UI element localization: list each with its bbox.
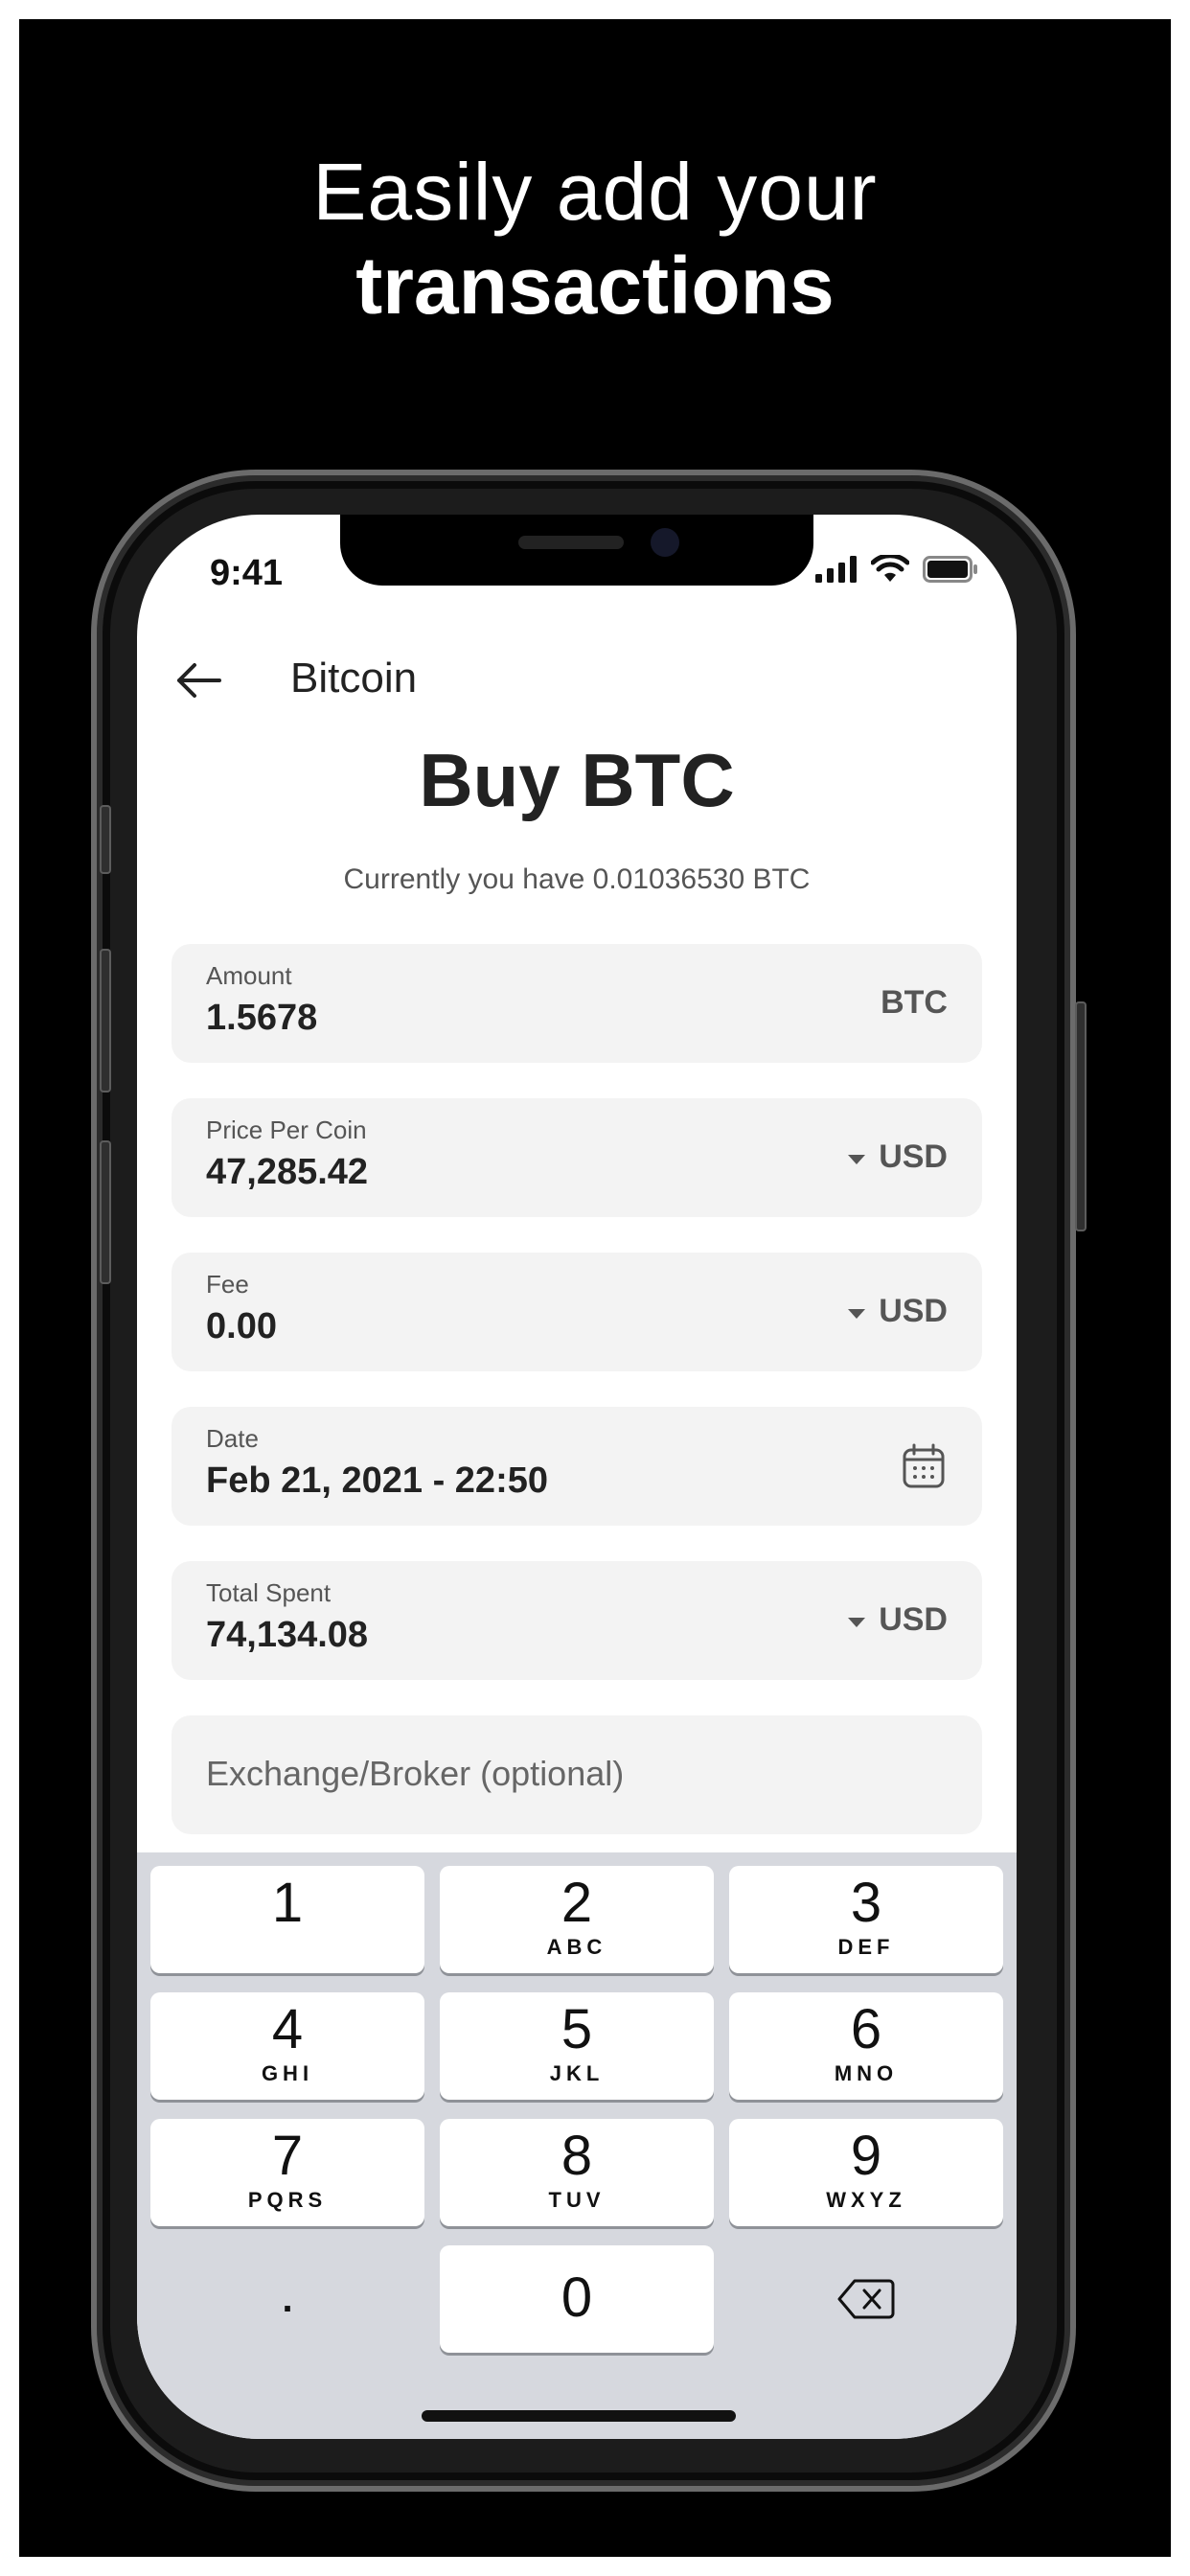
date-field[interactable]: Date Feb 21, 2021 - 22:50 bbox=[172, 1407, 982, 1526]
key-6[interactable]: 6 MNO bbox=[729, 1992, 1003, 2100]
caret-down-icon bbox=[848, 1154, 866, 1164]
headline: Easily add your transactions bbox=[19, 146, 1171, 334]
signal-icon bbox=[815, 556, 857, 583]
battery-icon bbox=[923, 556, 977, 583]
key-0[interactable]: 0 bbox=[440, 2245, 714, 2353]
arrow-left-icon[interactable] bbox=[172, 656, 225, 704]
fee-currency-dropdown[interactable]: USD bbox=[848, 1293, 948, 1330]
status-icons bbox=[815, 555, 978, 584]
key-digit: 6 bbox=[850, 1998, 882, 2060]
home-indicator[interactable] bbox=[422, 2410, 736, 2422]
key-digit: 8 bbox=[561, 2125, 593, 2187]
status-time: 9:41 bbox=[210, 553, 284, 593]
backspace-icon bbox=[837, 2279, 895, 2319]
decimal-symbol: . bbox=[282, 2278, 293, 2320]
key-letters: ABC bbox=[546, 1935, 607, 1959]
total-spent-value: 74,134.08 bbox=[206, 1615, 369, 1655]
key-digit: 1 bbox=[271, 1872, 304, 1934]
key-1[interactable]: 1 bbox=[150, 1866, 424, 1973]
key-4[interactable]: 4 GHI bbox=[150, 1992, 424, 2100]
phone-volume-up bbox=[100, 949, 111, 1092]
key-7[interactable]: 7 PQRS bbox=[150, 2119, 424, 2226]
phone-power-button bbox=[1075, 1001, 1087, 1231]
numeric-keypad: 1 2 ABC 3 DEF 4 GHI 5 JKL 6 MNO 7 PQRS 8 bbox=[137, 1852, 1017, 2439]
key-decimal[interactable]: . bbox=[150, 2245, 424, 2353]
headline-line1: Easily add your bbox=[312, 147, 878, 237]
exchange-placeholder: Exchange/Broker (optional) bbox=[206, 1754, 625, 1793]
wifi-icon bbox=[871, 555, 909, 582]
price-per-coin-value: 47,285.42 bbox=[206, 1152, 369, 1192]
nav-bar: Bitcoin bbox=[137, 637, 1017, 724]
key-digit: 5 bbox=[561, 1998, 593, 2060]
date-label: Date bbox=[206, 1424, 259, 1453]
key-letters: GHI bbox=[261, 2061, 314, 2085]
key-digit: 0 bbox=[561, 2266, 593, 2329]
amount-field[interactable]: Amount 1.5678 BTC bbox=[172, 944, 982, 1063]
amount-unit-label: BTC bbox=[881, 984, 948, 1021]
phone-screen: 9:41 Bitcoin Buy BTC Currently you have … bbox=[137, 515, 1017, 2439]
key-letters: WXYZ bbox=[826, 2188, 906, 2212]
key-letters: PQRS bbox=[247, 2188, 328, 2212]
amount-unit: BTC bbox=[881, 984, 948, 1022]
fee-field[interactable]: Fee 0.00 USD bbox=[172, 1253, 982, 1371]
key-letters: JKL bbox=[549, 2061, 605, 2085]
page-title: Buy BTC bbox=[419, 738, 735, 822]
exchange-input[interactable]: Exchange/Broker (optional) bbox=[172, 1715, 982, 1834]
key-2[interactable]: 2 ABC bbox=[440, 1866, 714, 1973]
key-letters: TUV bbox=[548, 2188, 606, 2212]
total-currency-label: USD bbox=[879, 1601, 948, 1638]
key-9[interactable]: 9 WXYZ bbox=[729, 2119, 1003, 2226]
fee-value: 0.00 bbox=[206, 1306, 277, 1346]
key-8[interactable]: 8 TUV bbox=[440, 2119, 714, 2226]
key-digit: 2 bbox=[561, 1872, 593, 1934]
headline-line2: transactions bbox=[355, 241, 835, 331]
key-digit: 9 bbox=[850, 2125, 882, 2187]
key-5[interactable]: 5 JKL bbox=[440, 1992, 714, 2100]
amount-value: 1.5678 bbox=[206, 998, 318, 1038]
fee-label: Fee bbox=[206, 1270, 249, 1299]
caret-down-icon bbox=[848, 1308, 866, 1319]
key-digit: 7 bbox=[271, 2125, 304, 2187]
total-spent-label: Total Spent bbox=[206, 1578, 332, 1607]
total-spent-field[interactable]: Total Spent 74,134.08 USD bbox=[172, 1561, 982, 1680]
holdings-subtitle: Currently you have 0.01036530 BTC bbox=[343, 863, 811, 895]
price-currency-label: USD bbox=[879, 1138, 948, 1175]
caret-down-icon bbox=[848, 1617, 866, 1627]
date-value: Feb 21, 2021 - 22:50 bbox=[206, 1460, 548, 1501]
nav-title: Bitcoin bbox=[290, 655, 418, 702]
key-3[interactable]: 3 DEF bbox=[729, 1866, 1003, 1973]
phone-mute-switch bbox=[100, 805, 111, 874]
key-digit: 4 bbox=[271, 1998, 304, 2060]
calendar-icon[interactable] bbox=[902, 1443, 946, 1489]
key-digit: 3 bbox=[850, 1872, 882, 1934]
key-letters: MNO bbox=[834, 2061, 899, 2085]
key-letters: DEF bbox=[837, 1935, 895, 1959]
amount-label: Amount bbox=[206, 961, 292, 990]
key-delete[interactable] bbox=[729, 2245, 1003, 2353]
fee-currency-label: USD bbox=[879, 1293, 948, 1329]
total-currency-dropdown[interactable]: USD bbox=[848, 1601, 948, 1639]
notch bbox=[340, 515, 813, 586]
phone-volume-down bbox=[100, 1140, 111, 1284]
price-currency-dropdown[interactable]: USD bbox=[848, 1138, 948, 1176]
front-camera bbox=[651, 528, 679, 557]
speaker bbox=[518, 536, 624, 549]
price-per-coin-field[interactable]: Price Per Coin 47,285.42 USD bbox=[172, 1098, 982, 1217]
price-per-coin-label: Price Per Coin bbox=[206, 1116, 367, 1144]
